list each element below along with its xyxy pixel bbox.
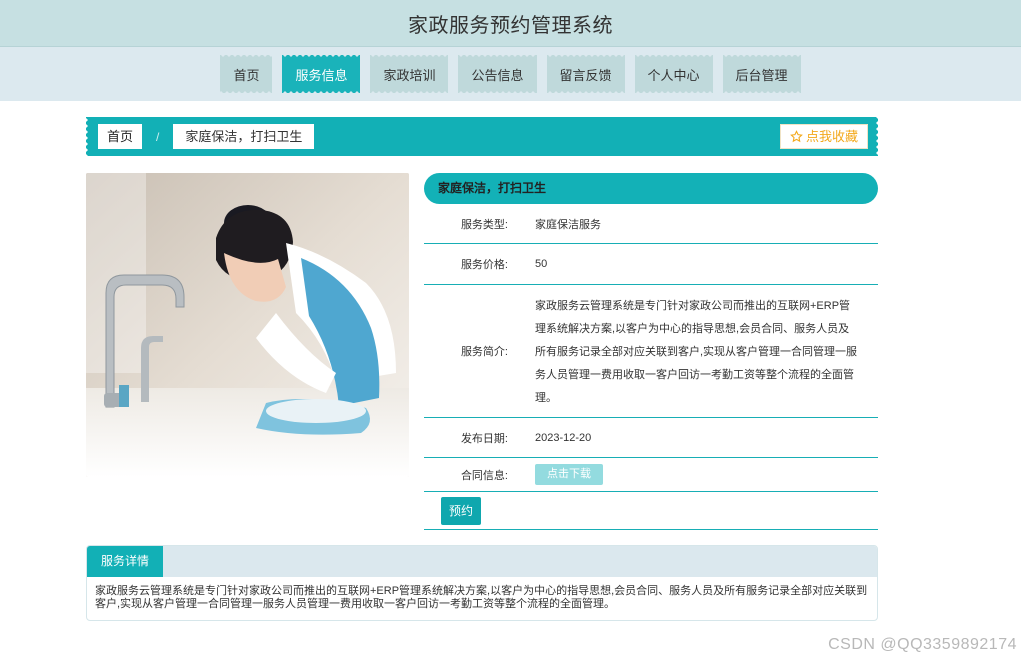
- publish-date-label: 发布日期:: [460, 432, 508, 445]
- download-contract-button[interactable]: 点击下载: [535, 464, 603, 485]
- contract-value: 点击下载: [520, 458, 878, 491]
- service-detail-text: 家政服务云管理系统是专门针对家政公司而推出的互联网+ERP管理系统解决方案,以客…: [95, 585, 868, 610]
- breadcrumb-current: 家庭保洁，打扫卫生: [173, 124, 315, 149]
- nav-item-training[interactable]: 家政培训: [370, 55, 449, 93]
- service-detail-box: 服务详情 家政服务云管理系统是专门针对家政公司而推出的互联网+ERP管理系统解决…: [86, 545, 878, 621]
- site-header: 家政服务预约管理系统: [0, 0, 1021, 47]
- watermark: CSDN @QQ3359892174: [828, 636, 1017, 653]
- detail-row-date: 发布日期: 2023-12-20: [424, 418, 878, 458]
- book-action: 预约: [424, 492, 878, 529]
- service-intro-value: 家政服务云管理系统是专门针对家政公司而推出的互联网+ERP管理系统解决方案,以客…: [535, 300, 858, 404]
- service-title: 家庭保洁，打扫卫生: [424, 173, 878, 204]
- nav-item-announcements[interactable]: 公告信息: [458, 55, 537, 93]
- breadcrumb: 首页 / 家庭保洁，打扫卫生 点我收藏: [86, 117, 878, 156]
- breadcrumb-separator: /: [156, 129, 160, 144]
- detail-row-price: 服务价格: 50: [424, 244, 878, 285]
- tab-service-detail[interactable]: 服务详情: [87, 546, 164, 577]
- detail-row-intro: 服务简介: 家政服务云管理系统是专门针对家政公司而推出的互联网+ERP管理系统解…: [424, 285, 878, 418]
- service-detail-tabbar: 服务详情: [87, 546, 877, 577]
- nav-list: 首页 服务信息 家政培训 公告信息 留言反馈 个人中心 后台管理: [215, 55, 805, 93]
- page: 家政服务预约管理系统 首页 服务信息 家政培训 公告信息 留言反馈 个人中心 后…: [0, 0, 1021, 662]
- detail-row-contract: 合同信息: 点击下载: [424, 458, 878, 492]
- main-nav: 首页 服务信息 家政培训 公告信息 留言反馈 个人中心 后台管理: [0, 47, 1021, 101]
- nav-item-service-info[interactable]: 服务信息: [282, 55, 361, 93]
- service-price-label: 服务价格:: [460, 259, 508, 271]
- nav-item-feedback[interactable]: 留言反馈: [546, 55, 625, 93]
- service-type-value: 家庭保洁服务: [535, 218, 601, 231]
- favorite-button[interactable]: 点我收藏: [779, 124, 868, 149]
- nav-item-admin[interactable]: 后台管理: [722, 55, 801, 93]
- contract-label: 合同信息:: [460, 469, 508, 482]
- service-intro-label: 服务简介:: [460, 346, 508, 358]
- breadcrumb-home-link[interactable]: 首页: [98, 124, 143, 149]
- nav-item-home[interactable]: 首页: [220, 55, 273, 93]
- site-title: 家政服务预约管理系统: [408, 14, 613, 37]
- detail-row-type: 服务类型: 家庭保洁服务: [424, 204, 878, 244]
- nav-item-profile[interactable]: 个人中心: [634, 55, 713, 93]
- service-price-value: 50: [535, 258, 548, 270]
- star-icon: [790, 130, 803, 143]
- service-photo: [86, 173, 409, 477]
- cleaning-photo-illustration: [86, 173, 409, 477]
- service-type-label: 服务类型:: [460, 218, 508, 231]
- publish-date-value: 2023-12-20: [535, 431, 592, 444]
- book-button[interactable]: 预约: [441, 496, 482, 525]
- favorite-label: 点我收藏: [805, 129, 858, 144]
- detail-row-book: 预约: [424, 492, 878, 530]
- service-detail-panel: 家庭保洁，打扫卫生 服务类型: 家庭保洁服务 服务价格: 50 服务简介: 家政…: [424, 173, 878, 530]
